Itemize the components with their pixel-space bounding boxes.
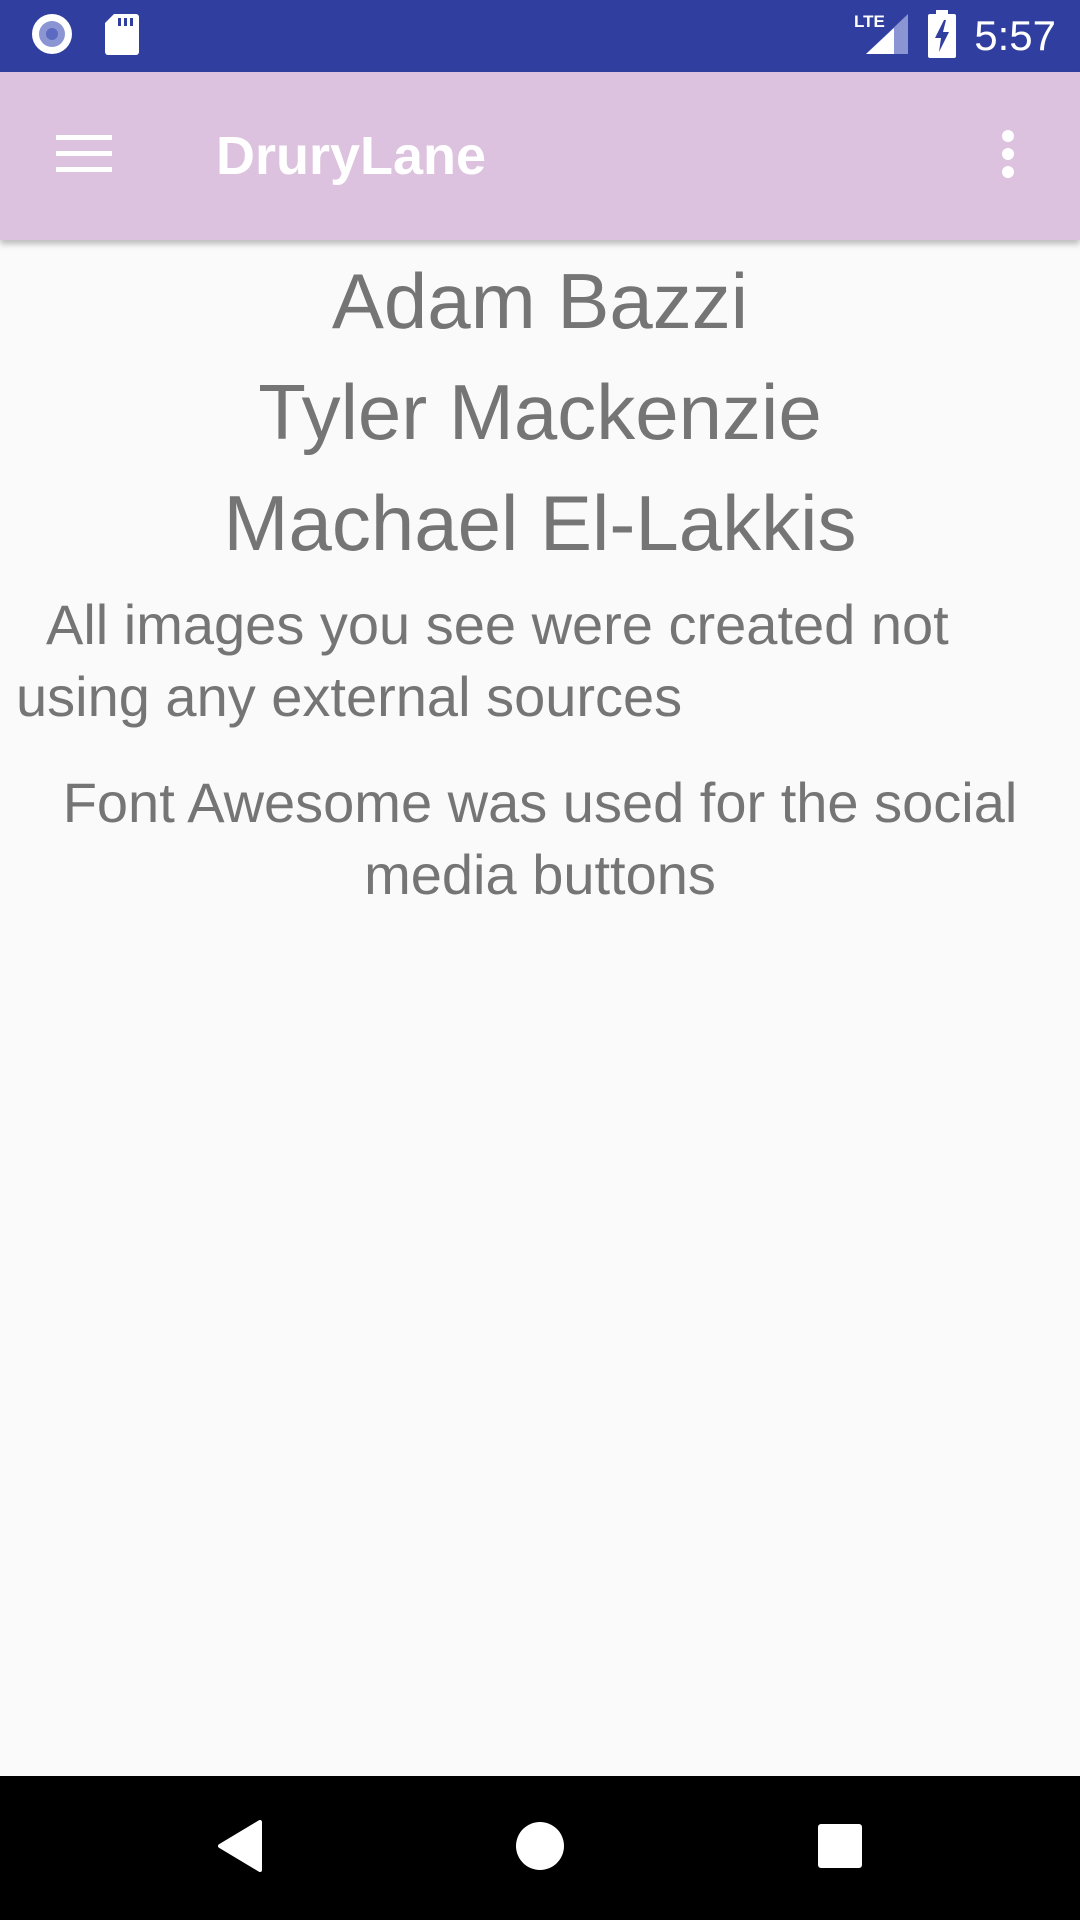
- radio-icon: [30, 12, 74, 61]
- about-content: Adam Bazzi Tyler Mackenzie Machael El-La…: [0, 240, 1080, 1776]
- author-name: Tyler Mackenzie: [258, 368, 822, 456]
- lte-signal-icon: LTE: [854, 10, 910, 63]
- status-left-icons: [30, 12, 140, 60]
- home-icon: [515, 1821, 565, 1876]
- overflow-menu-button[interactable]: [966, 114, 1050, 198]
- home-button[interactable]: [504, 1812, 576, 1884]
- system-navigation-bar: [0, 1776, 1080, 1920]
- back-icon: [216, 1819, 264, 1877]
- app-title: DruryLane: [216, 126, 487, 186]
- recents-icon: [817, 1823, 863, 1874]
- back-button[interactable]: [204, 1812, 276, 1884]
- status-bar: LTE 5:57: [0, 0, 1080, 72]
- images-credit-text: All images you see were created not usin…: [16, 593, 949, 728]
- menu-icon: [56, 133, 112, 180]
- recents-button[interactable]: [804, 1812, 876, 1884]
- sd-card-icon: [104, 12, 140, 61]
- app-bar: DruryLane: [0, 72, 1080, 240]
- status-right-icons: LTE 5:57: [854, 0, 1056, 72]
- navigation-menu-button[interactable]: [42, 114, 126, 198]
- author-name: Adam Bazzi: [331, 257, 749, 345]
- svg-text:LTE: LTE: [854, 12, 885, 31]
- author-names: Adam Bazzi Tyler Mackenzie Machael El-La…: [0, 240, 1080, 579]
- author-name: Machael El-Lakkis: [223, 479, 857, 567]
- status-clock: 5:57: [974, 12, 1056, 59]
- battery-charging-icon: [928, 9, 957, 63]
- screen: LTE 5:57 DruryLane Adam Bazzi Tyler Mack…: [0, 0, 1080, 1920]
- overflow-menu-icon: [1001, 129, 1015, 184]
- font-awesome-credit-text: Font Awesome was used for the social med…: [62, 771, 1018, 906]
